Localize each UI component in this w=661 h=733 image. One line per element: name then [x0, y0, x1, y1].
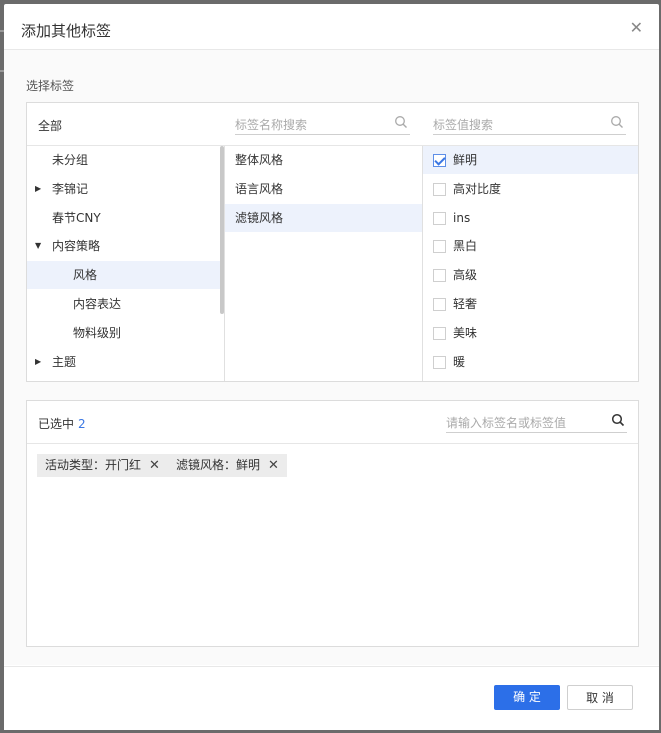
tag-value-item[interactable]: 美味 — [423, 319, 638, 347]
tag-value-search-placeholder: 标签值搜索 — [433, 118, 494, 132]
tag-value-item-label: 轻奢 — [453, 297, 478, 311]
tag-value-checkbox[interactable] — [433, 211, 446, 225]
tag-name-item-label: 整体风格 — [235, 153, 284, 167]
tag-name-item[interactable]: 语言风格 — [225, 175, 422, 203]
remove-tag-icon[interactable]: ✕ — [268, 458, 279, 473]
category-item[interactable]: ▶ 李锦记 — [27, 175, 221, 203]
tag-name-item[interactable]: 滤镜风格 — [225, 203, 422, 232]
category-item-label: 主题 — [52, 354, 77, 369]
category-item[interactable]: ▼ 内容策略 — [27, 232, 221, 260]
tag-value-item-label: 鲜明 — [453, 153, 478, 167]
dialog-header: 添加其他标签 ✕ — [4, 4, 659, 50]
category-list-scrollbar[interactable] — [220, 146, 224, 314]
tag-name-item-label: 语言风格 — [235, 181, 284, 196]
tag-name-search-input[interactable]: 标签名称搜索 — [235, 114, 410, 135]
search-icon[interactable] — [394, 114, 408, 130]
selected-tag-chip-label: 滤镜风格：鲜明 — [176, 458, 261, 472]
selected-label: 已选中 2 — [38, 415, 86, 432]
tag-name-search-placeholder: 标签名称搜索 — [235, 118, 308, 132]
tag-value-checkbox[interactable] — [433, 182, 446, 196]
category-item[interactable]: 内容表达 — [27, 290, 221, 318]
tag-value-checkbox[interactable] — [433, 298, 446, 311]
category-item[interactable]: 春节CNY — [27, 204, 221, 232]
tag-value-item-label: 暖 — [453, 354, 466, 369]
selected-header: 已选中 2 请输入标签名或标签值 — [27, 401, 638, 444]
panel-header: 全部 标签名称搜索 标签值搜索 — [27, 103, 638, 146]
all-tags-label[interactable]: 全部 — [38, 117, 62, 134]
category-item[interactable]: 风格 — [27, 261, 221, 290]
caret-right-icon[interactable]: ▶ — [35, 348, 41, 376]
tag-value-item[interactable]: 高级 — [423, 261, 638, 289]
tag-value-checkbox[interactable] — [433, 240, 446, 254]
tag-name-item[interactable]: 整体风格 — [225, 146, 422, 174]
tag-value-item[interactable]: 暖 — [423, 348, 638, 376]
tag-name-list: 整体风格语言风格滤镜风格 — [225, 146, 423, 381]
tag-value-item-label: ins — [453, 210, 471, 225]
tag-value-item-label: 黑白 — [453, 239, 478, 254]
category-item[interactable]: 未分组 — [27, 146, 221, 174]
selected-count: 2 — [78, 417, 86, 431]
tag-value-item[interactable]: ins — [423, 204, 638, 232]
category-item[interactable]: 物料级别 — [27, 319, 221, 347]
section-label: 选择标签 — [26, 79, 75, 93]
tag-value-item-label: 美味 — [453, 325, 478, 340]
remove-tag-icon[interactable]: ✕ — [149, 458, 160, 473]
dialog-body: 选择标签 全部 标签名称搜索 标签值搜索 未分组 ▶ 李锦记春节CNY ▼ 内容策略风格… — [4, 50, 659, 665]
tag-value-item-label: 高对比度 — [453, 181, 502, 196]
tag-value-checkbox[interactable] — [433, 326, 446, 340]
selected-tag-chip: 滤镜风格：鲜明 ✕ — [168, 454, 287, 477]
cancel-button[interactable]: 取 消 — [567, 685, 633, 710]
tag-value-item-label: 高级 — [453, 268, 478, 283]
tag-value-item[interactable]: 鲜明 — [423, 146, 638, 174]
selected-tag-chip-label: 活动类型：开门红 — [45, 458, 142, 472]
caret-right-icon[interactable]: ▶ — [35, 175, 41, 203]
caret-down-icon[interactable]: ▼ — [35, 232, 41, 260]
selected-label-text: 已选中 — [38, 417, 75, 431]
tag-value-list: 鲜明高对比度 ins 黑白高级轻奢美味暖 — [423, 146, 638, 381]
category-item-label: 未分组 — [52, 153, 89, 167]
tag-name-item-label: 滤镜风格 — [235, 210, 284, 225]
category-item-label: 风格 — [73, 268, 98, 283]
search-icon[interactable] — [610, 114, 624, 130]
confirm-button[interactable]: 确 定 — [494, 685, 560, 710]
tag-value-item[interactable]: 黑白 — [423, 232, 638, 260]
tag-picker-panel: 全部 标签名称搜索 标签值搜索 未分组 ▶ 李锦记春节CNY ▼ 内容策略风格内容表达物… — [26, 102, 639, 382]
tag-value-checkbox[interactable] — [433, 355, 446, 369]
tag-value-checkbox[interactable] — [433, 154, 446, 167]
tag-value-search-input[interactable]: 标签值搜索 — [433, 114, 626, 135]
tag-value-item[interactable]: 轻奢 — [423, 290, 638, 318]
selected-tag-chip: 活动类型：开门红 ✕ — [37, 454, 168, 477]
selected-search-input[interactable]: 请输入标签名或标签值 — [446, 412, 627, 433]
category-item-label: 内容策略 — [52, 239, 101, 254]
category-item-label: 内容表达 — [73, 297, 122, 311]
tag-value-checkbox[interactable] — [433, 269, 446, 283]
selected-search-placeholder: 请输入标签名或标签值 — [446, 416, 567, 430]
category-list: 未分组 ▶ 李锦记春节CNY ▼ 内容策略风格内容表达物料级别 ▶ 主题 — [27, 146, 225, 381]
add-tags-dialog: 添加其他标签 ✕ 选择标签 全部 标签名称搜索 标签值搜索 未分组 ▶ 李锦记春节C… — [4, 4, 659, 730]
category-item-label: 春节CNY — [52, 210, 101, 225]
category-item[interactable]: ▶ 主题 — [27, 348, 221, 376]
dialog-footer: 确 定 取 消 — [4, 666, 659, 730]
dialog-title: 添加其他标签 — [21, 22, 112, 40]
tag-value-item[interactable]: 高对比度 — [423, 175, 638, 203]
category-item-label: 李锦记 — [52, 181, 89, 196]
category-item-label: 物料级别 — [73, 325, 122, 340]
search-icon[interactable] — [611, 412, 625, 428]
close-icon[interactable]: ✕ — [630, 18, 643, 37]
selected-tags-panel: 已选中 2 请输入标签名或标签值 活动类型：开门红 ✕ 滤镜风格：鲜明 ✕ — [26, 400, 639, 647]
